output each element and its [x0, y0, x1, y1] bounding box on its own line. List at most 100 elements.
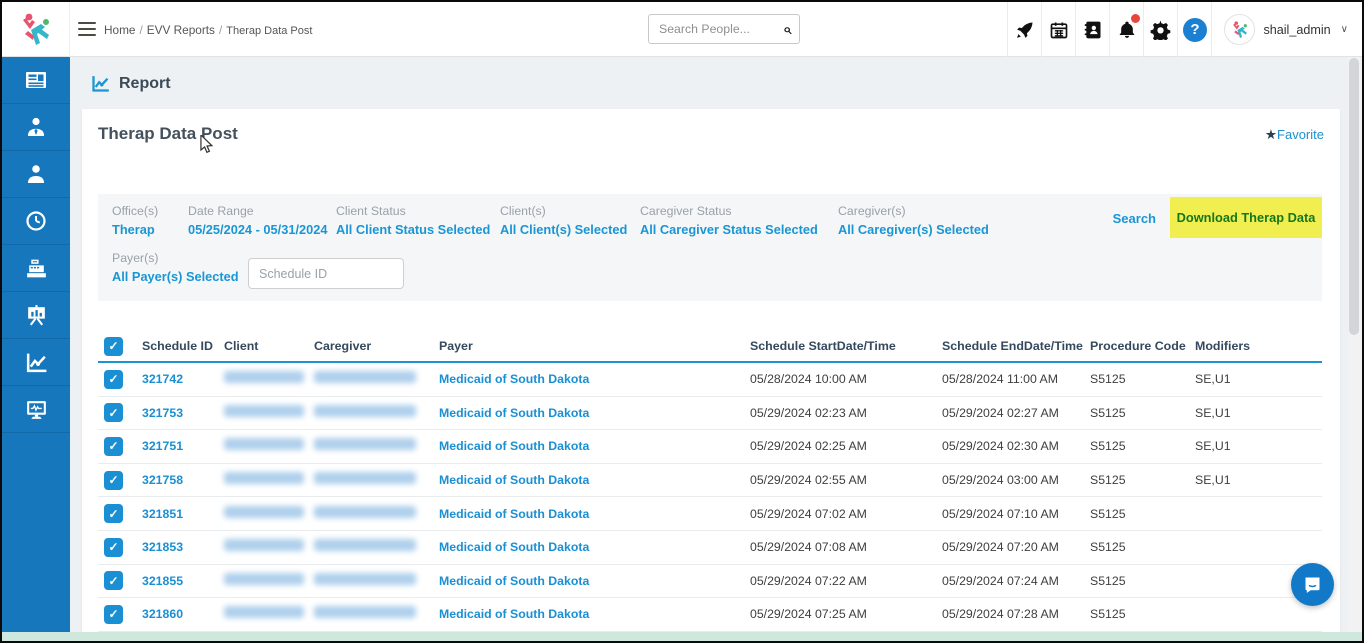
col-schedule-id: Schedule ID: [142, 339, 224, 353]
payer-link[interactable]: Medicaid of South Dakota: [439, 439, 750, 453]
filter-caregiver-status: Caregiver Status All Caregiver Status Se…: [640, 204, 838, 237]
client-link-redacted[interactable]: [224, 472, 304, 484]
user-menu[interactable]: shail_admin ∨: [1211, 2, 1354, 57]
schedule-id-link[interactable]: 321853: [142, 540, 224, 554]
payer-link[interactable]: Medicaid of South Dakota: [439, 473, 750, 487]
client-link-redacted[interactable]: [224, 539, 304, 551]
filter-offices-value[interactable]: Therap: [112, 222, 188, 237]
caregiver-link-redacted[interactable]: [314, 472, 416, 484]
app-logo[interactable]: [2, 2, 70, 57]
client-link-redacted[interactable]: [224, 405, 304, 417]
payer-link[interactable]: Medicaid of South Dakota: [439, 607, 750, 621]
filter-caregivers-value[interactable]: All Caregiver(s) Selected: [838, 222, 1018, 237]
sidebar-item-analytics[interactable]: [2, 292, 70, 339]
caregiver-link-redacted[interactable]: [314, 606, 416, 618]
scrollbar-thumb[interactable]: [1349, 58, 1359, 335]
newspaper-icon: [24, 68, 48, 92]
client-link-redacted[interactable]: [224, 438, 304, 450]
sidebar-item-reports[interactable]: [2, 339, 70, 386]
sidebar-item-billing[interactable]: [2, 245, 70, 292]
filter-caregiver-status-value[interactable]: All Caregiver Status Selected: [640, 222, 838, 237]
schedule-id-link[interactable]: 321753: [142, 406, 224, 420]
schedule-start: 05/29/2024 02:55 AM: [750, 473, 942, 487]
filter-clients-value[interactable]: All Client(s) Selected: [500, 222, 640, 237]
schedule-id-link[interactable]: 321855: [142, 574, 224, 588]
row-checkbox[interactable]: ✓: [104, 571, 123, 590]
col-start: Schedule StartDate/Time: [750, 339, 942, 353]
modifiers: SE,U1: [1195, 406, 1322, 420]
payer-link[interactable]: Medicaid of South Dakota: [439, 540, 750, 554]
row-checkbox[interactable]: ✓: [104, 538, 123, 557]
notifications-bell-icon[interactable]: [1109, 2, 1143, 57]
schedule-id-input[interactable]: [248, 258, 404, 289]
modifiers: SE,U1: [1195, 439, 1322, 453]
schedule-end: 05/29/2024 02:30 AM: [942, 439, 1090, 453]
col-client: Client: [224, 339, 314, 353]
procedure-code: S5125: [1090, 372, 1195, 386]
help-icon[interactable]: ?: [1177, 2, 1211, 57]
monitor-icon: [24, 397, 49, 422]
filter-panel: Office(s) Therap Date Range 05/25/2024 -…: [98, 194, 1322, 301]
schedule-id-link[interactable]: 321851: [142, 507, 224, 521]
payer-link[interactable]: Medicaid of South Dakota: [439, 574, 750, 588]
filter-caregivers: Caregiver(s) All Caregiver(s) Selected: [838, 204, 1018, 237]
filter-date-range-value[interactable]: 05/25/2024 - 05/31/2024: [188, 222, 336, 237]
search-button[interactable]: Search: [1113, 211, 1156, 226]
clock-icon: [24, 209, 48, 233]
schedule-id-link[interactable]: 321751: [142, 439, 224, 453]
filter-payers-value[interactable]: All Payer(s) Selected: [112, 269, 239, 284]
contacts-icon[interactable]: [1075, 2, 1109, 57]
calendar-icon[interactable]: [1041, 2, 1075, 57]
row-checkbox[interactable]: ✓: [104, 437, 123, 456]
schedule-id-link[interactable]: 321860: [142, 607, 224, 621]
rocket-icon[interactable]: [1007, 2, 1041, 57]
caregiver-link-redacted[interactable]: [314, 573, 416, 585]
filter-client-status-value[interactable]: All Client Status Selected: [336, 222, 500, 237]
settings-gear-icon[interactable]: [1143, 2, 1177, 57]
modifiers: SE,U1: [1195, 372, 1322, 386]
caregiver-link-redacted[interactable]: [314, 405, 416, 417]
sidebar-item-caregivers[interactable]: [2, 104, 70, 151]
vertical-scrollbar[interactable]: [1348, 57, 1360, 632]
chat-widget-button[interactable]: [1291, 563, 1334, 606]
filter-payers: Payer(s) All Payer(s) Selected: [112, 251, 239, 284]
select-all-checkbox[interactable]: ✓: [104, 337, 123, 356]
breadcrumb-evv-reports[interactable]: EVV Reports: [147, 23, 215, 37]
caregiver-link-redacted[interactable]: [314, 506, 416, 518]
filter-date-range: Date Range 05/25/2024 - 05/31/2024: [188, 204, 336, 237]
app-window: Home/EVV Reports/Therap Data Post ⌕: [0, 0, 1364, 643]
report-section-heading: Report: [90, 73, 171, 94]
col-modifiers: Modifiers: [1195, 339, 1322, 353]
client-link-redacted[interactable]: [224, 573, 304, 585]
schedule-id-link[interactable]: 321742: [142, 372, 224, 386]
people-search[interactable]: ⌕: [648, 14, 800, 44]
payer-link[interactable]: Medicaid of South Dakota: [439, 507, 750, 521]
download-therap-data-button[interactable]: Download Therap Data: [1170, 197, 1322, 238]
col-end: Schedule EndDate/Time: [942, 339, 1090, 353]
sidebar-item-monitoring[interactable]: [2, 386, 70, 433]
payer-link[interactable]: Medicaid of South Dakota: [439, 406, 750, 420]
favorite-button[interactable]: ★Favorite: [1265, 127, 1324, 143]
row-checkbox[interactable]: ✓: [104, 403, 123, 422]
search-icon[interactable]: ⌕: [783, 21, 791, 38]
client-link-redacted[interactable]: [224, 371, 304, 383]
sidebar-item-scheduling[interactable]: [2, 198, 70, 245]
row-checkbox[interactable]: ✓: [104, 471, 123, 490]
caregiver-link-redacted[interactable]: [314, 438, 416, 450]
client-link-redacted[interactable]: [224, 506, 304, 518]
client-link-redacted[interactable]: [224, 606, 304, 618]
payer-link[interactable]: Medicaid of South Dakota: [439, 372, 750, 386]
menu-toggle-icon[interactable]: [78, 22, 96, 36]
breadcrumb-home[interactable]: Home: [104, 23, 135, 37]
row-checkbox[interactable]: ✓: [104, 370, 123, 389]
row-checkbox[interactable]: ✓: [104, 504, 123, 523]
row-checkbox[interactable]: ✓: [104, 605, 123, 624]
search-input[interactable]: [659, 22, 783, 36]
logo-icon: [19, 12, 53, 48]
caregiver-link-redacted[interactable]: [314, 371, 416, 383]
schedule-id-link[interactable]: 321758: [142, 473, 224, 487]
sidebar-item-clients[interactable]: [2, 151, 70, 198]
sidebar-item-dashboard[interactable]: [2, 57, 70, 104]
schedule-end: 05/29/2024 07:28 AM: [942, 607, 1090, 621]
caregiver-link-redacted[interactable]: [314, 539, 416, 551]
